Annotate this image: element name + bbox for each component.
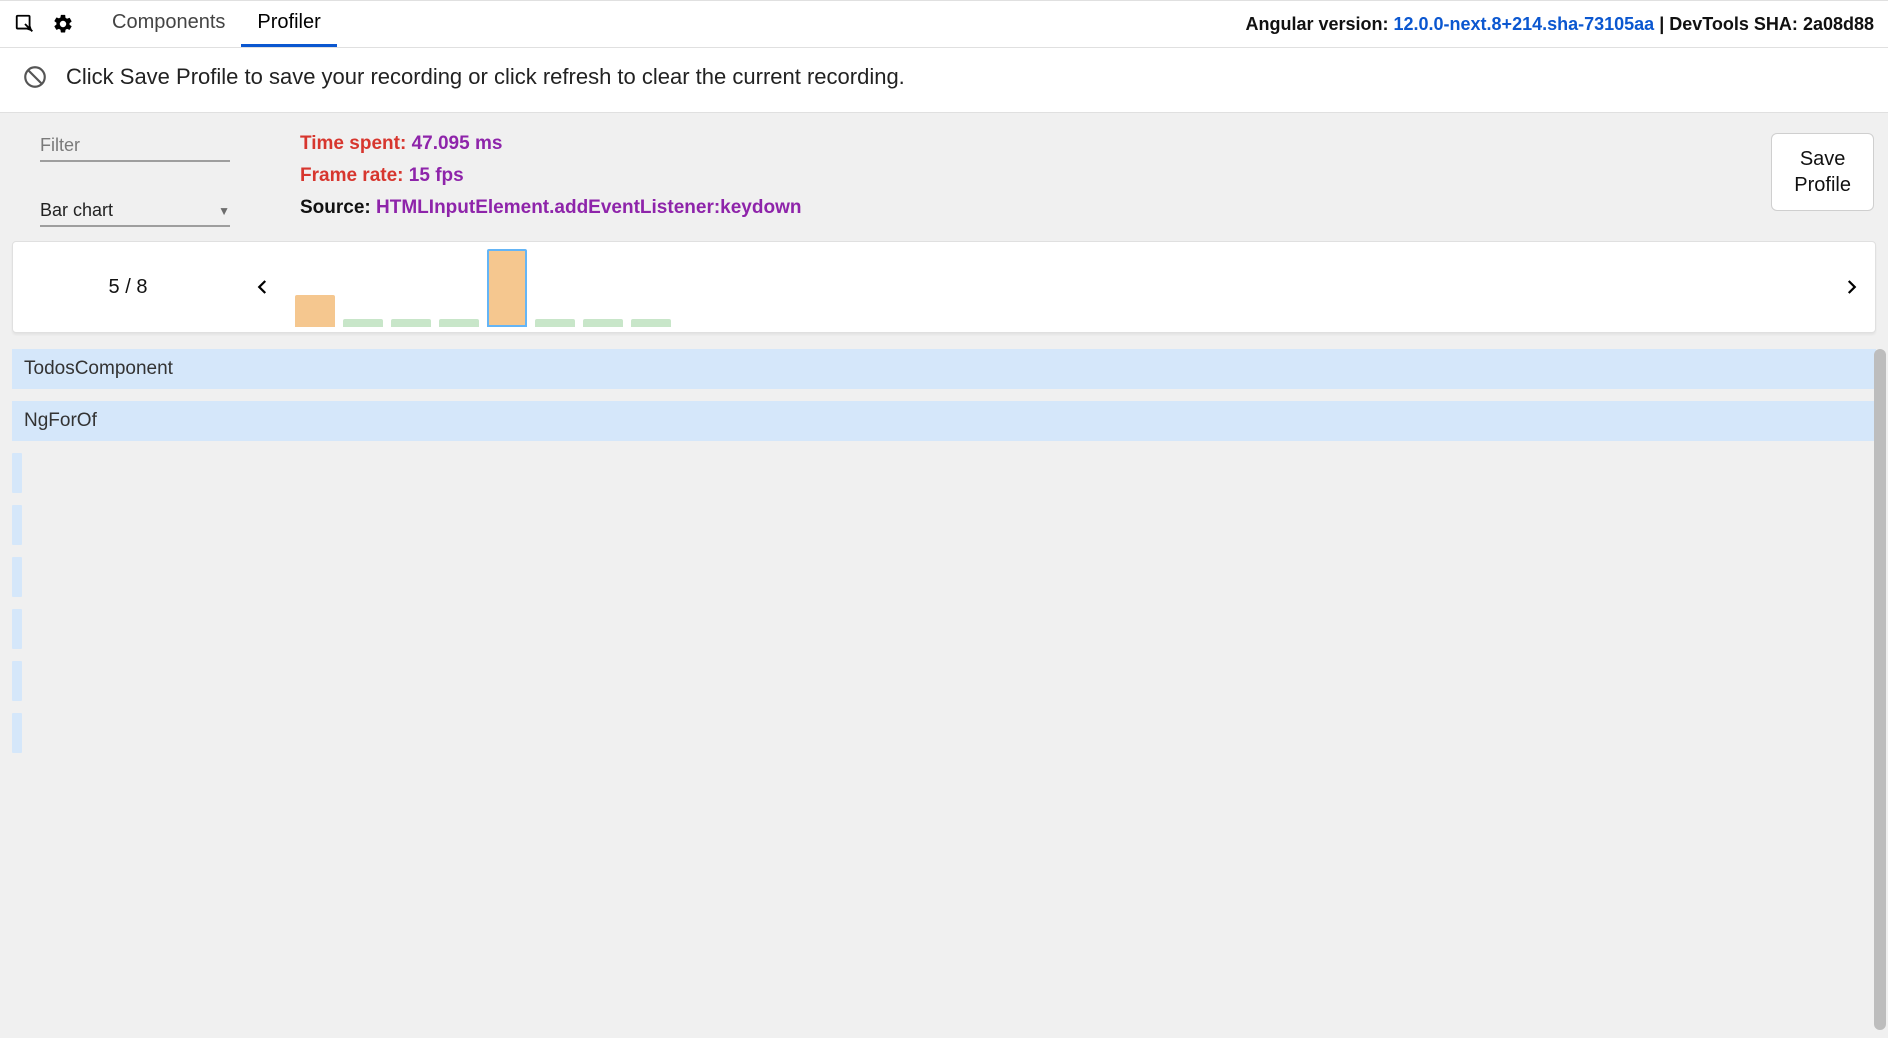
frame-bar-4[interactable] <box>439 319 479 327</box>
tab-profiler[interactable]: Profiler <box>241 1 336 47</box>
frame-bar-3[interactable] <box>391 319 431 327</box>
save-profile-line2: Profile <box>1794 174 1851 196</box>
time-spent-row: Time spent: 47.095 ms <box>300 133 801 155</box>
time-spent-value: 47.095 ms <box>412 133 503 154</box>
frame-bar-7[interactable] <box>583 319 623 327</box>
info-banner-text: Click Save Profile to save your recordin… <box>66 64 905 90</box>
controls-row: Bar chart ▼ Time spent: 47.095 ms Frame … <box>0 113 1888 241</box>
devtools-sha-value: 2a08d88 <box>1803 14 1874 34</box>
no-entry-icon <box>22 64 48 90</box>
left-controls: Bar chart ▼ <box>14 133 234 227</box>
inspect-element-icon-button[interactable] <box>6 5 44 43</box>
flame-row-tiny-4[interactable] <box>12 557 22 597</box>
info-banner: Click Save Profile to save your recordin… <box>0 48 1888 113</box>
flame-row-tiny-7[interactable] <box>12 713 22 753</box>
flame-row-tiny-2[interactable] <box>12 453 22 493</box>
flame-row-NgForOf[interactable]: NgForOf <box>12 401 1876 441</box>
frame-rate-row: Frame rate: 15 fps <box>300 165 801 187</box>
flame-area: TodosComponent NgForOf <box>0 343 1888 1038</box>
flame-row-tiny-5[interactable] <box>12 609 22 649</box>
flame-row-tiny-6[interactable] <box>12 661 22 701</box>
prev-frame-button[interactable] <box>243 267 283 307</box>
source-value: HTMLInputElement.addEventListener:keydow… <box>376 197 801 218</box>
frame-bar-1[interactable] <box>295 295 335 327</box>
frame-bar-5[interactable] <box>487 249 527 327</box>
frame-bar-2[interactable] <box>343 319 383 327</box>
source-row: Source: HTMLInputElement.addEventListene… <box>300 197 801 219</box>
source-label: Source: <box>300 197 376 218</box>
version-prefix: Angular version: <box>1245 14 1393 34</box>
tab-bar: Components Profiler <box>96 1 337 47</box>
stats-block: Time spent: 47.095 ms Frame rate: 15 fps… <box>264 133 801 219</box>
frame-rate-value: 15 fps <box>409 165 464 186</box>
top-toolbar: Components Profiler Angular version: 12.… <box>0 0 1888 48</box>
save-profile-line1: Save <box>1800 148 1846 170</box>
version-info: Angular version: 12.0.0-next.8+214.sha-7… <box>1245 14 1888 35</box>
next-frame-button[interactable] <box>1831 267 1871 307</box>
devtools-sha-label: | DevTools SHA: <box>1654 14 1803 34</box>
chevron-right-icon <box>1842 278 1860 296</box>
gear-icon <box>52 13 74 35</box>
frame-bar-8[interactable] <box>631 319 671 327</box>
frame-bar-6[interactable] <box>535 319 575 327</box>
flame-row-tiny-3[interactable] <box>12 505 22 545</box>
frame-bars-track <box>283 247 1831 327</box>
chevron-down-icon: ▼ <box>218 204 230 218</box>
tab-components[interactable]: Components <box>96 1 241 47</box>
save-profile-button[interactable]: Save Profile <box>1771 133 1874 211</box>
frame-rate-label: Frame rate: <box>300 165 409 186</box>
chart-type-value: Bar chart <box>40 200 113 221</box>
filter-input[interactable] <box>40 133 230 162</box>
chevron-left-icon <box>254 278 272 296</box>
frame-counter: 5 / 8 <box>13 276 243 299</box>
time-spent-label: Time spent: <box>300 133 412 154</box>
frames-card: 5 / 8 <box>12 241 1876 333</box>
angular-version-link[interactable]: 12.0.0-next.8+214.sha-73105aa <box>1394 14 1655 34</box>
inspect-icon <box>14 13 36 35</box>
settings-icon-button[interactable] <box>44 5 82 43</box>
flame-row-TodosComponent[interactable]: TodosComponent <box>12 349 1876 389</box>
chart-type-select[interactable]: Bar chart ▼ <box>40 200 230 227</box>
scrollbar[interactable] <box>1874 349 1886 1030</box>
